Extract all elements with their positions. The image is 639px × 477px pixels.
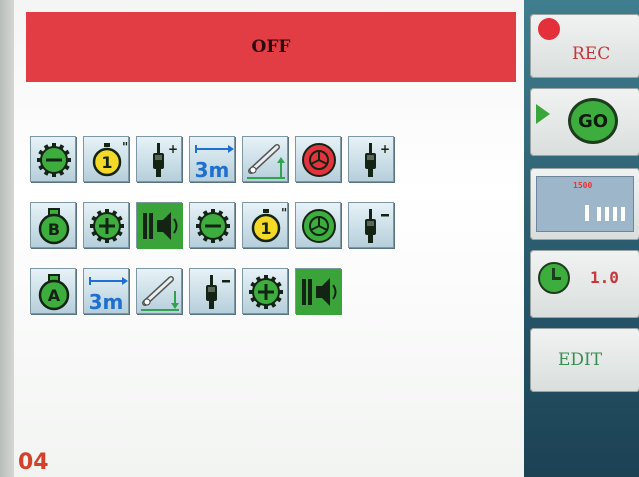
command-button-distance-3m[interactable]: 3m: [83, 268, 129, 314]
svg-text:+: +: [380, 142, 390, 156]
cylinder-plus-icon: +: [365, 142, 390, 177]
cylinder-plus-icon: +: [153, 142, 178, 177]
command-button-cylinder-minus[interactable]: [189, 268, 235, 314]
command-button-lift-arm-down[interactable]: [136, 268, 182, 314]
sound-icon: [296, 269, 342, 315]
distance-3m-icon: 3m: [195, 145, 234, 182]
command-button-sound[interactable]: [136, 202, 183, 249]
command-button-lift-arm-up[interactable]: [242, 136, 288, 182]
command-button-plus-gear[interactable]: [242, 268, 288, 314]
minus-gear-icon: [37, 143, 71, 177]
minus-gear-icon: [196, 209, 230, 243]
lift-arm-down-icon: [141, 276, 179, 311]
sidebar: REC GO 1500 1.0 EDIT: [524, 0, 639, 477]
go-label: GO: [577, 110, 609, 132]
sound-icon: [137, 203, 183, 249]
play-arrow-icon: [536, 104, 550, 124]
svg-text:": ": [122, 140, 128, 154]
command-button-minus-gear[interactable]: [189, 202, 235, 248]
bucket-a-icon: A: [38, 274, 70, 311]
timer-button[interactable]: 1.0: [530, 250, 639, 318]
command-button-stopwatch-1[interactable]: 1 ": [83, 136, 129, 182]
command-button-sound[interactable]: [295, 268, 342, 315]
left-bezel: [0, 0, 14, 477]
display-value: 1500: [573, 181, 593, 190]
svg-text:A: A: [48, 286, 61, 305]
stopwatch-1-icon: 1 ": [92, 140, 128, 177]
lift-arm-up-icon: [247, 144, 285, 179]
command-button-cylinder-minus[interactable]: [348, 202, 394, 248]
command-button-minus-gear[interactable]: [30, 136, 76, 182]
green-disc-icon: [302, 209, 336, 243]
command-button-distance-3m[interactable]: 3m: [189, 136, 235, 182]
status-bar: OFF: [26, 12, 516, 82]
command-button-bucket-a[interactable]: A: [30, 268, 76, 314]
display-preview-icon: 1500: [536, 176, 634, 232]
cylinder-minus-icon: [206, 275, 230, 309]
timer-value: 1.0: [590, 268, 619, 287]
rec-label: REC: [572, 44, 611, 64]
rec-button[interactable]: REC: [530, 14, 639, 78]
svg-text:1: 1: [260, 219, 271, 238]
edit-label: EDIT: [558, 350, 603, 370]
edit-button[interactable]: EDIT: [530, 328, 639, 392]
bucket-b-icon: B: [38, 208, 70, 245]
clock-icon: [538, 262, 570, 294]
machine-control-screen: OFF 1 " + 3m + B 1 " A 3m 04 REC GO 1500: [0, 0, 639, 477]
svg-text:B: B: [48, 220, 60, 239]
command-button-green-disc[interactable]: [295, 202, 341, 248]
svg-text:3m: 3m: [89, 290, 124, 314]
command-button-plus-gear[interactable]: [83, 202, 129, 248]
distance-3m-icon: 3m: [89, 277, 128, 314]
svg-text:": ": [281, 206, 287, 220]
red-disc-icon: [302, 143, 336, 177]
plus-gear-icon: [249, 275, 283, 309]
command-button-cylinder-plus[interactable]: +: [136, 136, 182, 182]
command-button-cylinder-plus[interactable]: +: [348, 136, 394, 182]
command-button-red-disc[interactable]: [295, 136, 341, 182]
display-preview-button[interactable]: 1500: [530, 168, 639, 240]
command-button-bucket-b[interactable]: B: [30, 202, 76, 248]
svg-text:3m: 3m: [195, 158, 230, 182]
status-text: OFF: [251, 37, 291, 57]
go-circle-icon: GO: [568, 98, 618, 144]
go-button[interactable]: GO: [530, 88, 639, 156]
stopwatch-1-icon: 1 ": [251, 206, 287, 243]
command-button-stopwatch-1[interactable]: 1 ": [242, 202, 288, 248]
svg-text:1: 1: [101, 153, 112, 172]
svg-text:+: +: [168, 142, 178, 156]
plus-gear-icon: [90, 209, 124, 243]
cylinder-minus-icon: [365, 209, 389, 243]
page-number: 04: [18, 450, 49, 475]
record-dot-icon: [538, 18, 560, 40]
